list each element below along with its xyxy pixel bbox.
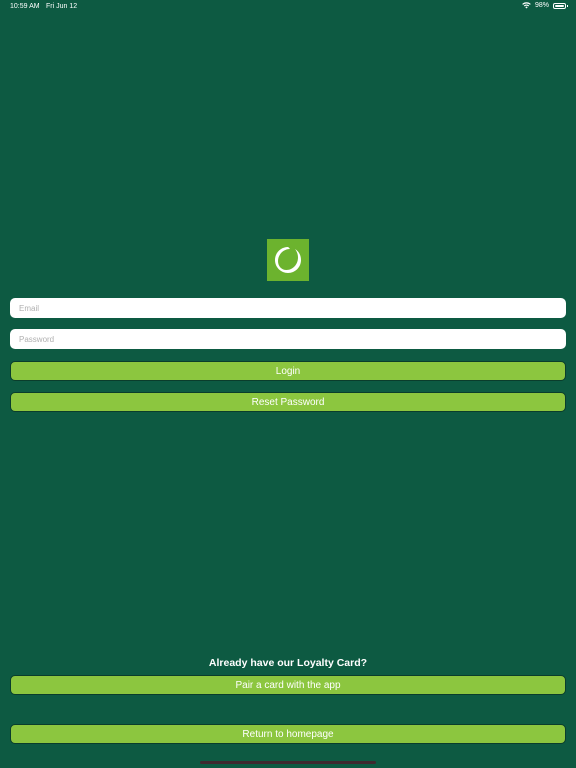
login-screen: 10:59 AM Fri Jun 12 98% Login Reset Pass… <box>0 0 576 768</box>
battery-icon <box>553 2 568 9</box>
pair-card-button[interactable]: Pair a card with the app <box>10 675 566 695</box>
email-field[interactable] <box>10 298 566 318</box>
home-indicator[interactable] <box>200 761 376 764</box>
ring-logo-icon <box>275 247 301 273</box>
status-indicators: 98% <box>522 2 568 9</box>
loyalty-card-question: Already have our Loyalty Card? <box>208 657 368 669</box>
battery-percentage: 98% <box>534 2 549 9</box>
status-time: 10:59 AM <box>10 3 40 10</box>
login-button[interactable]: Login <box>10 361 566 381</box>
return-homepage-button[interactable]: Return to homepage <box>10 724 566 744</box>
app-logo <box>267 239 309 281</box>
reset-password-button[interactable]: Reset Password <box>10 392 566 412</box>
password-field[interactable] <box>10 329 566 349</box>
wifi-icon <box>522 2 531 9</box>
status-date: Fri Jun 12 <box>46 3 78 10</box>
status-bar: 10:59 AM Fri Jun 12 98% <box>0 0 576 14</box>
battery-fill <box>555 4 564 7</box>
